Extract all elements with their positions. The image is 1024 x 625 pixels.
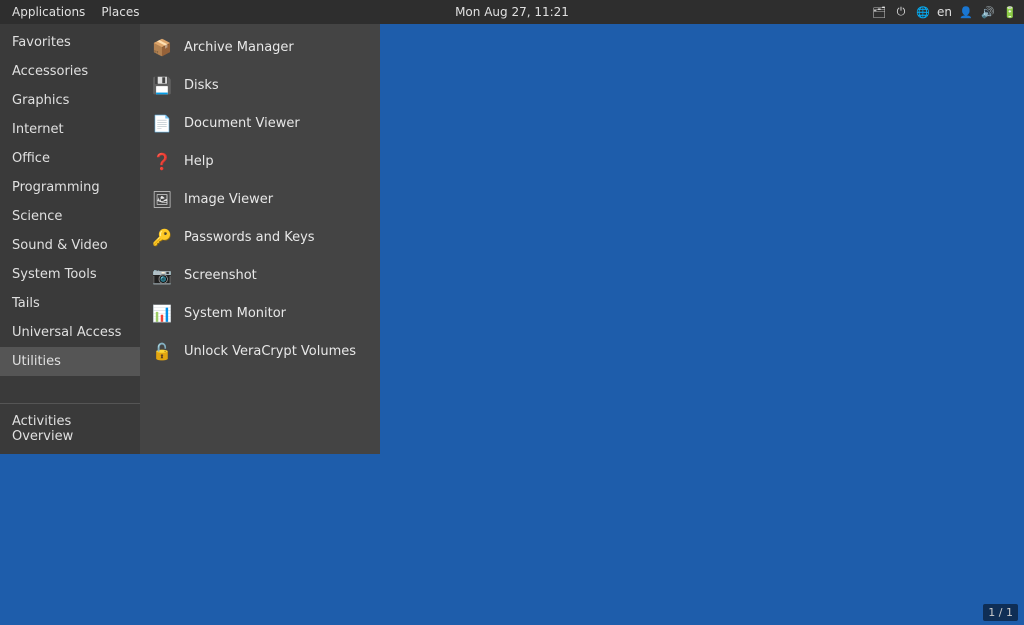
help-label: Help <box>184 154 214 169</box>
category-item-office[interactable]: Office <box>0 144 140 173</box>
network-icon[interactable]: 🌐 <box>915 4 931 20</box>
category-item-science[interactable]: Science <box>0 202 140 231</box>
app-item-system-monitor[interactable]: 📊 System Monitor <box>140 294 380 332</box>
language-indicator[interactable]: en <box>937 5 952 19</box>
system-monitor-icon: 📊 <box>150 301 174 325</box>
page-counter: 1 / 1 <box>983 604 1018 621</box>
screenshot-icon: 📷 <box>150 263 174 287</box>
category-item-sound-video[interactable]: Sound & Video <box>0 231 140 260</box>
document-viewer-label: Document Viewer <box>184 116 300 131</box>
unlock-veracrypt-icon: 🔓 <box>150 339 174 363</box>
app-item-document-viewer[interactable]: 📄 Document Viewer <box>140 104 380 142</box>
category-item-tails[interactable]: Tails <box>0 289 140 318</box>
passwords-keys-label: Passwords and Keys <box>184 230 315 245</box>
disks-label: Disks <box>184 78 219 93</box>
category-item-favorites[interactable]: Favorites <box>0 28 140 57</box>
category-bottom: Activities Overview <box>0 403 140 454</box>
category-item-universal-access[interactable]: Universal Access <box>0 318 140 347</box>
app-item-image-viewer[interactable]: 🖼 Image Viewer <box>140 180 380 218</box>
category-panel: FavoritesAccessoriesGraphicsInternetOffi… <box>0 24 140 454</box>
battery-icon[interactable]: 🔋 <box>1002 4 1018 20</box>
app-item-help[interactable]: ❓ Help <box>140 142 380 180</box>
category-item-programming[interactable]: Programming <box>0 173 140 202</box>
files-icon[interactable]: 🗂 <box>871 4 887 20</box>
topbar-right: 🗂 ⏻ 🌐 en 👤 🔊 🔋 <box>871 4 1018 20</box>
app-item-screenshot[interactable]: 📷 Screenshot <box>140 256 380 294</box>
category-item-graphics[interactable]: Graphics <box>0 86 140 115</box>
application-menu: FavoritesAccessoriesGraphicsInternetOffi… <box>0 24 380 454</box>
places-menu-button[interactable]: Places <box>95 3 145 21</box>
document-viewer-icon: 📄 <box>150 111 174 135</box>
activities-overview-item[interactable]: Activities Overview <box>0 404 140 454</box>
category-item-internet[interactable]: Internet <box>0 115 140 144</box>
archive-manager-label: Archive Manager <box>184 40 294 55</box>
topbar-left: Applications Places <box>6 3 145 21</box>
topbar: Applications Places Mon Aug 27, 11:21 🗂 … <box>0 0 1024 24</box>
archive-manager-icon: 📦 <box>150 35 174 59</box>
category-item-system-tools[interactable]: System Tools <box>0 260 140 289</box>
passwords-keys-icon: 🔑 <box>150 225 174 249</box>
image-viewer-icon: 🖼 <box>150 187 174 211</box>
screenshot-label: Screenshot <box>184 268 257 283</box>
category-item-utilities[interactable]: Utilities <box>0 347 140 376</box>
disks-icon: 💾 <box>150 73 174 97</box>
applications-menu-button[interactable]: Applications <box>6 3 91 21</box>
volume-icon[interactable]: 🔊 <box>980 4 996 20</box>
app-item-disks[interactable]: 💾 Disks <box>140 66 380 104</box>
unlock-veracrypt-label: Unlock VeraCrypt Volumes <box>184 344 356 359</box>
image-viewer-label: Image Viewer <box>184 192 273 207</box>
datetime-display: Mon Aug 27, 11:21 <box>455 5 569 19</box>
desktop: FavoritesAccessoriesGraphicsInternetOffi… <box>0 24 1024 625</box>
users-icon[interactable]: 👤 <box>958 4 974 20</box>
power-icon[interactable]: ⏻ <box>893 4 909 20</box>
app-item-passwords-keys[interactable]: 🔑 Passwords and Keys <box>140 218 380 256</box>
apps-panel: 📦 Archive Manager 💾 Disks 📄 Document Viewer ❓ H… <box>140 24 380 454</box>
help-icon: ❓ <box>150 149 174 173</box>
app-item-archive-manager[interactable]: 📦 Archive Manager <box>140 28 380 66</box>
app-item-unlock-veracrypt[interactable]: 🔓 Unlock VeraCrypt Volumes <box>140 332 380 370</box>
category-item-accessories[interactable]: Accessories <box>0 57 140 86</box>
system-monitor-label: System Monitor <box>184 306 286 321</box>
